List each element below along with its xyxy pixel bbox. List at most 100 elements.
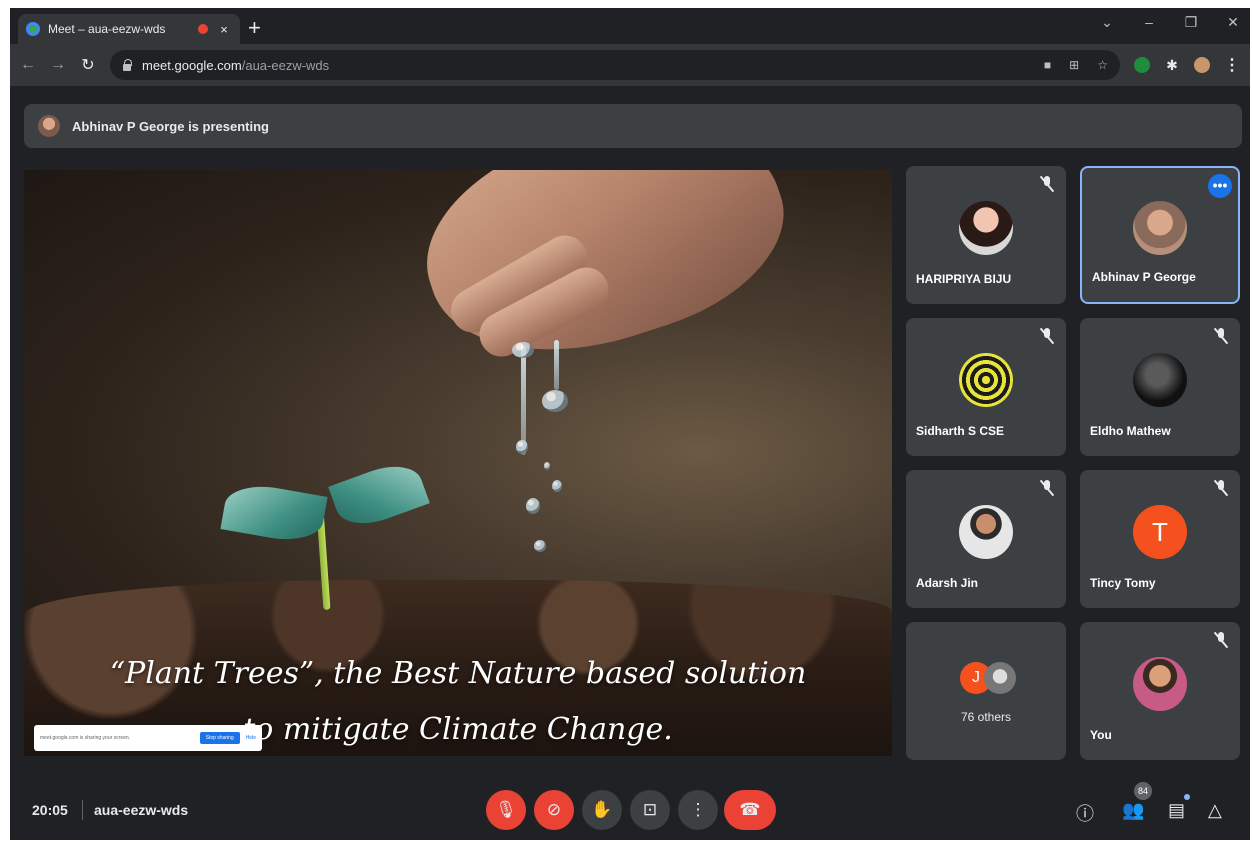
window-controls: ⌄ – ❐ ✕ — [1098, 14, 1242, 31]
tab-close-icon[interactable]: × — [216, 22, 232, 37]
presentation-screen: “Plant Trees”, the Best Nature based sol… — [24, 170, 892, 756]
participant-tile[interactable]: Eldho Mathew — [1080, 318, 1240, 456]
back-arrow-icon[interactable]: ← — [20, 56, 36, 74]
meeting-code: aua-eezw-wds — [94, 802, 189, 818]
profile-avatar[interactable] — [1194, 57, 1210, 73]
install-app-icon[interactable]: ⊞ — [1069, 58, 1079, 72]
present-icon: ⊡ — [642, 800, 658, 819]
url-text: meet.google.com/aua-eezw-wds — [142, 58, 329, 73]
participant-name: Abhinav P George — [1092, 270, 1196, 284]
raise-hand-button[interactable]: ✋ — [582, 790, 622, 830]
maximize-button[interactable]: ❐ — [1182, 14, 1200, 31]
browser-menu-icon[interactable]: ⋮ — [1224, 55, 1240, 75]
recording-dot-icon — [198, 24, 208, 34]
omnibox-icons: ■ ⊞ ☆ — [1044, 58, 1108, 72]
water-drop — [552, 480, 562, 492]
extension-icon[interactable] — [1134, 57, 1150, 73]
presenter-avatar — [38, 115, 60, 137]
people-count-badge: 84 — [1134, 782, 1152, 800]
avatar — [1133, 353, 1187, 407]
others-tile[interactable]: J 76 others — [906, 622, 1066, 760]
bookmark-star-icon[interactable]: ☆ — [1097, 58, 1108, 72]
leave-call-button[interactable]: ☎ — [724, 790, 776, 830]
lock-icon[interactable] — [122, 59, 132, 71]
new-tab-button[interactable]: + — [248, 17, 261, 39]
participant-tile[interactable]: HARIPRIYA BIJU — [906, 166, 1066, 304]
camera-off-icon: ⊘ — [546, 800, 562, 819]
mic-off-icon — [1213, 479, 1229, 498]
hide-button[interactable]: Hide — [246, 735, 256, 741]
extensions-puzzle-icon[interactable]: ✱ — [1164, 57, 1180, 73]
avatar — [959, 505, 1013, 559]
tab-title: Meet – aua-eezw-wds — [48, 22, 166, 36]
mic-off-icon — [1213, 631, 1229, 650]
participant-tile[interactable]: T Tincy Tomy — [1080, 470, 1240, 608]
share-notice-text: meet.google.com is sharing your screen. — [40, 735, 131, 741]
info-icon[interactable]: ⓘ — [1076, 800, 1094, 826]
tab-search-icon[interactable]: ⌄ — [1098, 14, 1116, 31]
presenting-banner: Abhinav P George is presenting — [24, 104, 1242, 148]
chat-icon[interactable]: ▤ — [1168, 800, 1185, 821]
mic-off-icon — [1039, 175, 1055, 194]
presenting-text: Abhinav P George is presenting — [72, 118, 269, 134]
slide-caption-line1: “Plant Trees”, the Best Nature based sol… — [109, 656, 807, 691]
raise-hand-icon: ✋ — [591, 800, 613, 819]
seedling-leaf — [328, 456, 430, 534]
browser-window: Meet – aua-eezw-wds × + ⌄ – ❐ ✕ ← → ↻ me… — [10, 8, 1250, 840]
avatar: T — [1133, 505, 1187, 559]
others-count-label: 76 others — [960, 710, 1012, 724]
participant-name: Eldho Mathew — [1090, 424, 1171, 438]
participant-tile[interactable]: Adarsh Jin — [906, 470, 1066, 608]
url-host: meet.google.com — [142, 57, 242, 73]
more-options-icon: ⋮ — [689, 800, 707, 819]
close-window-button[interactable]: ✕ — [1224, 14, 1242, 31]
participant-name: Adarsh Jin — [916, 576, 979, 590]
water-drop — [526, 498, 540, 514]
people-icon[interactable]: 👥 — [1122, 800, 1144, 821]
avatar — [959, 201, 1013, 255]
participant-name: You — [1090, 728, 1112, 742]
mic-toggle-button[interactable]: 🎙 — [486, 790, 526, 830]
meeting-time: 20:05 — [32, 802, 68, 818]
forward-arrow-icon[interactable]: → — [50, 56, 66, 74]
participant-name: Sidharth S CSE — [916, 424, 1005, 438]
screen-share-notice: meet.google.com is sharing your screen. … — [34, 725, 262, 751]
extensions-area: ✱ ⋮ — [1134, 55, 1240, 75]
avatar — [984, 662, 1016, 694]
participant-tile-active[interactable]: ••• Abhinav P George — [1080, 166, 1240, 304]
present-now-button[interactable]: ⊡ — [630, 790, 670, 830]
meet-favicon-icon — [26, 22, 40, 36]
meeting-controls-bar: 20:05 aua-eezw-wds 🎙 ⊘ ✋ ⊡ ⋮ ☎ ⓘ 👥 84 ▤ … — [10, 766, 1250, 840]
hang-up-icon: ☎ — [739, 800, 761, 819]
mic-off-icon: 🎙 — [495, 800, 517, 819]
divider — [82, 800, 83, 820]
activities-icon[interactable]: △ — [1208, 800, 1222, 821]
participant-tile[interactable]: Sidharth S CSE — [906, 318, 1066, 456]
self-tile[interactable]: You — [1080, 622, 1240, 760]
mic-off-icon — [1039, 327, 1055, 346]
water-drop — [534, 540, 546, 552]
others-avatars: J — [960, 662, 1020, 698]
avatar — [959, 353, 1013, 407]
water-drop — [516, 440, 528, 454]
camera-toggle-button[interactable]: ⊘ — [534, 790, 574, 830]
mic-off-icon — [1213, 327, 1229, 346]
participant-name: Tincy Tomy — [1090, 576, 1156, 590]
more-options-icon[interactable]: ••• — [1208, 174, 1232, 198]
url-path: /aua-eezw-wds — [241, 57, 330, 73]
reload-icon[interactable]: ↻ — [80, 55, 96, 75]
more-options-button[interactable]: ⋮ — [678, 790, 718, 830]
seedling-leaf — [220, 479, 328, 547]
mic-off-icon — [1039, 479, 1055, 498]
water-drop — [512, 342, 534, 358]
address-bar[interactable]: meet.google.com/aua-eezw-wds ■ ⊞ ☆ — [110, 50, 1120, 80]
browser-tab[interactable]: Meet – aua-eezw-wds × — [18, 14, 240, 44]
browser-toolbar: ← → ↻ meet.google.com/aua-eezw-wds ■ ⊞ ☆… — [10, 44, 1250, 86]
camera-in-use-icon[interactable]: ■ — [1044, 58, 1051, 72]
water-stream — [554, 340, 559, 390]
water-drop — [544, 462, 550, 470]
minimize-button[interactable]: – — [1140, 14, 1158, 31]
water-stream — [521, 345, 526, 455]
tab-strip: Meet – aua-eezw-wds × + ⌄ – ❐ ✕ — [10, 8, 1250, 44]
stop-sharing-button[interactable]: Stop sharing — [199, 732, 240, 744]
